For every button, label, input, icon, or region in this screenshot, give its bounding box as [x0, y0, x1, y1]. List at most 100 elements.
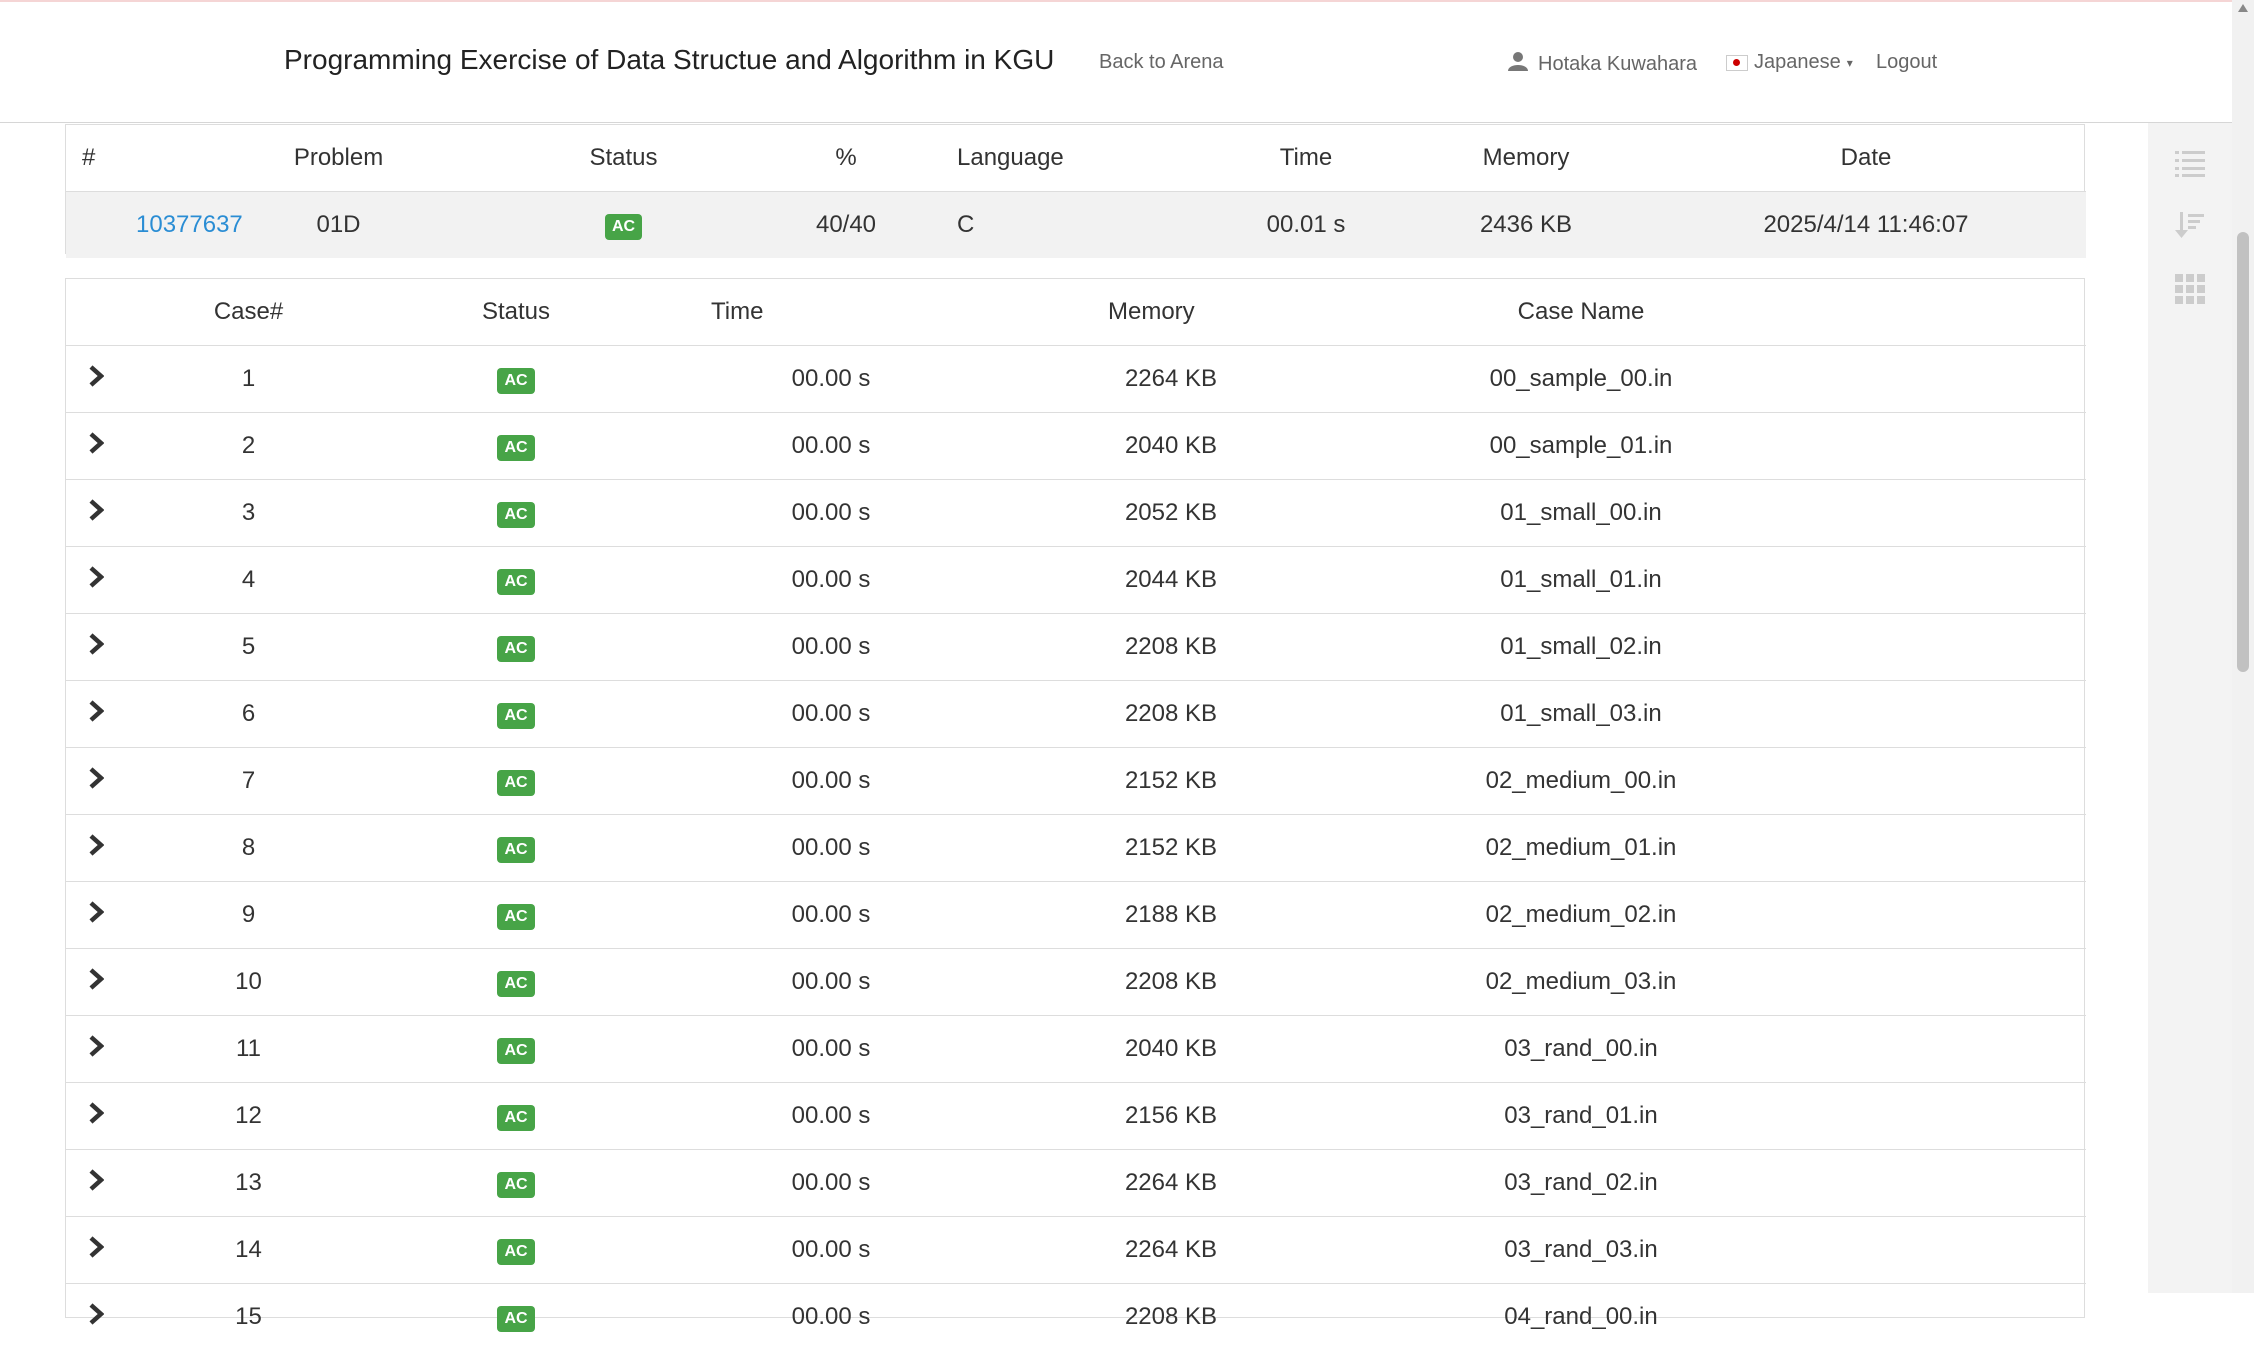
case-status-badge: AC	[497, 904, 534, 930]
case-status-badge: AC	[497, 502, 534, 528]
case-status-badge: AC	[497, 1306, 534, 1332]
case-name: 01_small_03.in	[1341, 681, 1821, 748]
col-case-time: Time	[711, 298, 763, 325]
case-memory: 2156 KB	[1001, 1083, 1341, 1150]
case-time: 00.00 s	[661, 1217, 1001, 1284]
case-status-badge: AC	[497, 837, 534, 863]
language-dropdown[interactable]: Japanese ▾	[1726, 51, 1853, 74]
case-status-badge: AC	[497, 703, 534, 729]
right-toolbar	[2148, 123, 2232, 1293]
submission-date: 2025/4/14 11:46:07	[1646, 192, 2086, 259]
case-number: 5	[126, 614, 371, 681]
submission-id-link[interactable]: 10377637	[136, 211, 243, 238]
col-case-name: Case Name	[1341, 279, 1821, 346]
col-case-num: Case#	[126, 279, 371, 346]
chevron-right-icon[interactable]	[84, 1168, 108, 1192]
case-name: 02_medium_00.in	[1341, 748, 1821, 815]
case-status-badge: AC	[497, 1239, 534, 1265]
case-time: 00.00 s	[661, 815, 1001, 882]
case-row[interactable]: 6 AC 00.00 s 2208 KB 01_small_03.in	[66, 681, 2086, 748]
case-row[interactable]: 11 AC 00.00 s 2040 KB 03_rand_00.in	[66, 1016, 2086, 1083]
case-number: 11	[126, 1016, 371, 1083]
summary-header-row: # Problem Status % Language Time Memory …	[66, 125, 2086, 192]
col-language: Language	[956, 125, 1206, 192]
summary-table: # Problem Status % Language Time Memory …	[66, 125, 2086, 258]
case-row[interactable]: 7 AC 00.00 s 2152 KB 02_medium_00.in	[66, 748, 2086, 815]
grid-icon[interactable]	[2168, 267, 2212, 311]
chevron-right-icon[interactable]	[84, 900, 108, 924]
navbar: Programming Exercise of Data Structue an…	[0, 2, 2232, 123]
chevron-right-icon[interactable]	[84, 632, 108, 656]
case-status-badge: AC	[497, 1038, 534, 1064]
case-time: 00.00 s	[661, 882, 1001, 949]
case-row[interactable]: 10 AC 00.00 s 2208 KB 02_medium_03.in	[66, 949, 2086, 1016]
case-status-badge: AC	[497, 770, 534, 796]
chevron-right-icon[interactable]	[84, 1235, 108, 1259]
user-icon	[1508, 51, 1528, 77]
case-row[interactable]: 8 AC 00.00 s 2152 KB 02_medium_01.in	[66, 815, 2086, 882]
chevron-right-icon[interactable]	[84, 1034, 108, 1058]
case-row[interactable]: 15 AC 00.00 s 2208 KB 04_rand_00.in	[66, 1284, 2086, 1350]
case-row[interactable]: 1 AC 00.00 s 2264 KB 00_sample_00.in	[66, 346, 2086, 413]
case-memory: 2264 KB	[1001, 1150, 1341, 1217]
case-memory: 2208 KB	[1001, 681, 1341, 748]
case-number: 3	[126, 480, 371, 547]
chevron-right-icon[interactable]	[84, 498, 108, 522]
chevron-right-icon[interactable]	[84, 364, 108, 388]
submission-time: 00.01 s	[1206, 192, 1406, 259]
page-scrollbar[interactable]	[2232, 0, 2254, 1293]
case-row[interactable]: 12 AC 00.00 s 2156 KB 03_rand_01.in	[66, 1083, 2086, 1150]
case-row[interactable]: 14 AC 00.00 s 2264 KB 03_rand_03.in	[66, 1217, 2086, 1284]
case-number: 13	[126, 1150, 371, 1217]
submission-language: C	[956, 192, 1206, 259]
case-row[interactable]: 3 AC 00.00 s 2052 KB 01_small_00.in	[66, 480, 2086, 547]
col-date: Date	[1646, 125, 2086, 192]
scroll-up-arrow-icon[interactable]	[2238, 4, 2248, 12]
user-menu[interactable]: Hotaka Kuwahara	[1508, 51, 1697, 77]
case-name: 00_sample_01.in	[1341, 413, 1821, 480]
case-number: 8	[126, 815, 371, 882]
case-status-badge: AC	[497, 971, 534, 997]
case-time: 00.00 s	[661, 748, 1001, 815]
case-number: 15	[126, 1284, 371, 1350]
case-memory: 2208 KB	[1001, 1284, 1341, 1350]
case-memory: 2188 KB	[1001, 882, 1341, 949]
chevron-right-icon[interactable]	[84, 967, 108, 991]
case-row[interactable]: 9 AC 00.00 s 2188 KB 02_medium_02.in	[66, 882, 2086, 949]
back-to-arena-link[interactable]: Back to Arena	[1099, 51, 1224, 74]
scroll-thumb[interactable]	[2237, 232, 2249, 672]
chevron-right-icon[interactable]	[84, 431, 108, 455]
case-row[interactable]: 13 AC 00.00 s 2264 KB 03_rand_02.in	[66, 1150, 2086, 1217]
col-percent: %	[736, 125, 956, 192]
case-status-badge: AC	[497, 569, 534, 595]
case-row[interactable]: 2 AC 00.00 s 2040 KB 00_sample_01.in	[66, 413, 2086, 480]
case-status-badge: AC	[497, 1172, 534, 1198]
case-name: 04_rand_00.in	[1341, 1284, 1821, 1350]
chevron-right-icon[interactable]	[84, 833, 108, 857]
caret-down-icon: ▾	[1847, 56, 1853, 70]
case-row[interactable]: 5 AC 00.00 s 2208 KB 01_small_02.in	[66, 614, 2086, 681]
case-memory: 2208 KB	[1001, 949, 1341, 1016]
case-number: 9	[126, 882, 371, 949]
chevron-right-icon[interactable]	[84, 766, 108, 790]
list-icon[interactable]	[2168, 141, 2212, 185]
site-title[interactable]: Programming Exercise of Data Structue an…	[284, 44, 1054, 76]
col-case-memory: Memory	[1108, 298, 1195, 325]
chevron-right-icon[interactable]	[84, 1101, 108, 1125]
case-memory: 2052 KB	[1001, 480, 1341, 547]
case-memory: 2208 KB	[1001, 614, 1341, 681]
chevron-right-icon[interactable]	[84, 565, 108, 589]
chevron-right-icon[interactable]	[84, 1302, 108, 1326]
case-number: 6	[126, 681, 371, 748]
case-memory: 2152 KB	[1001, 748, 1341, 815]
sort-icon[interactable]	[2168, 203, 2212, 247]
case-name: 00_sample_00.in	[1341, 346, 1821, 413]
logout-link[interactable]: Logout	[1876, 51, 1937, 74]
case-name: 01_small_00.in	[1341, 480, 1821, 547]
case-row[interactable]: 4 AC 00.00 s 2044 KB 01_small_01.in	[66, 547, 2086, 614]
case-time: 00.00 s	[661, 614, 1001, 681]
case-name: 01_small_01.in	[1341, 547, 1821, 614]
case-time: 00.00 s	[661, 1083, 1001, 1150]
case-name: 03_rand_01.in	[1341, 1083, 1821, 1150]
chevron-right-icon[interactable]	[84, 699, 108, 723]
